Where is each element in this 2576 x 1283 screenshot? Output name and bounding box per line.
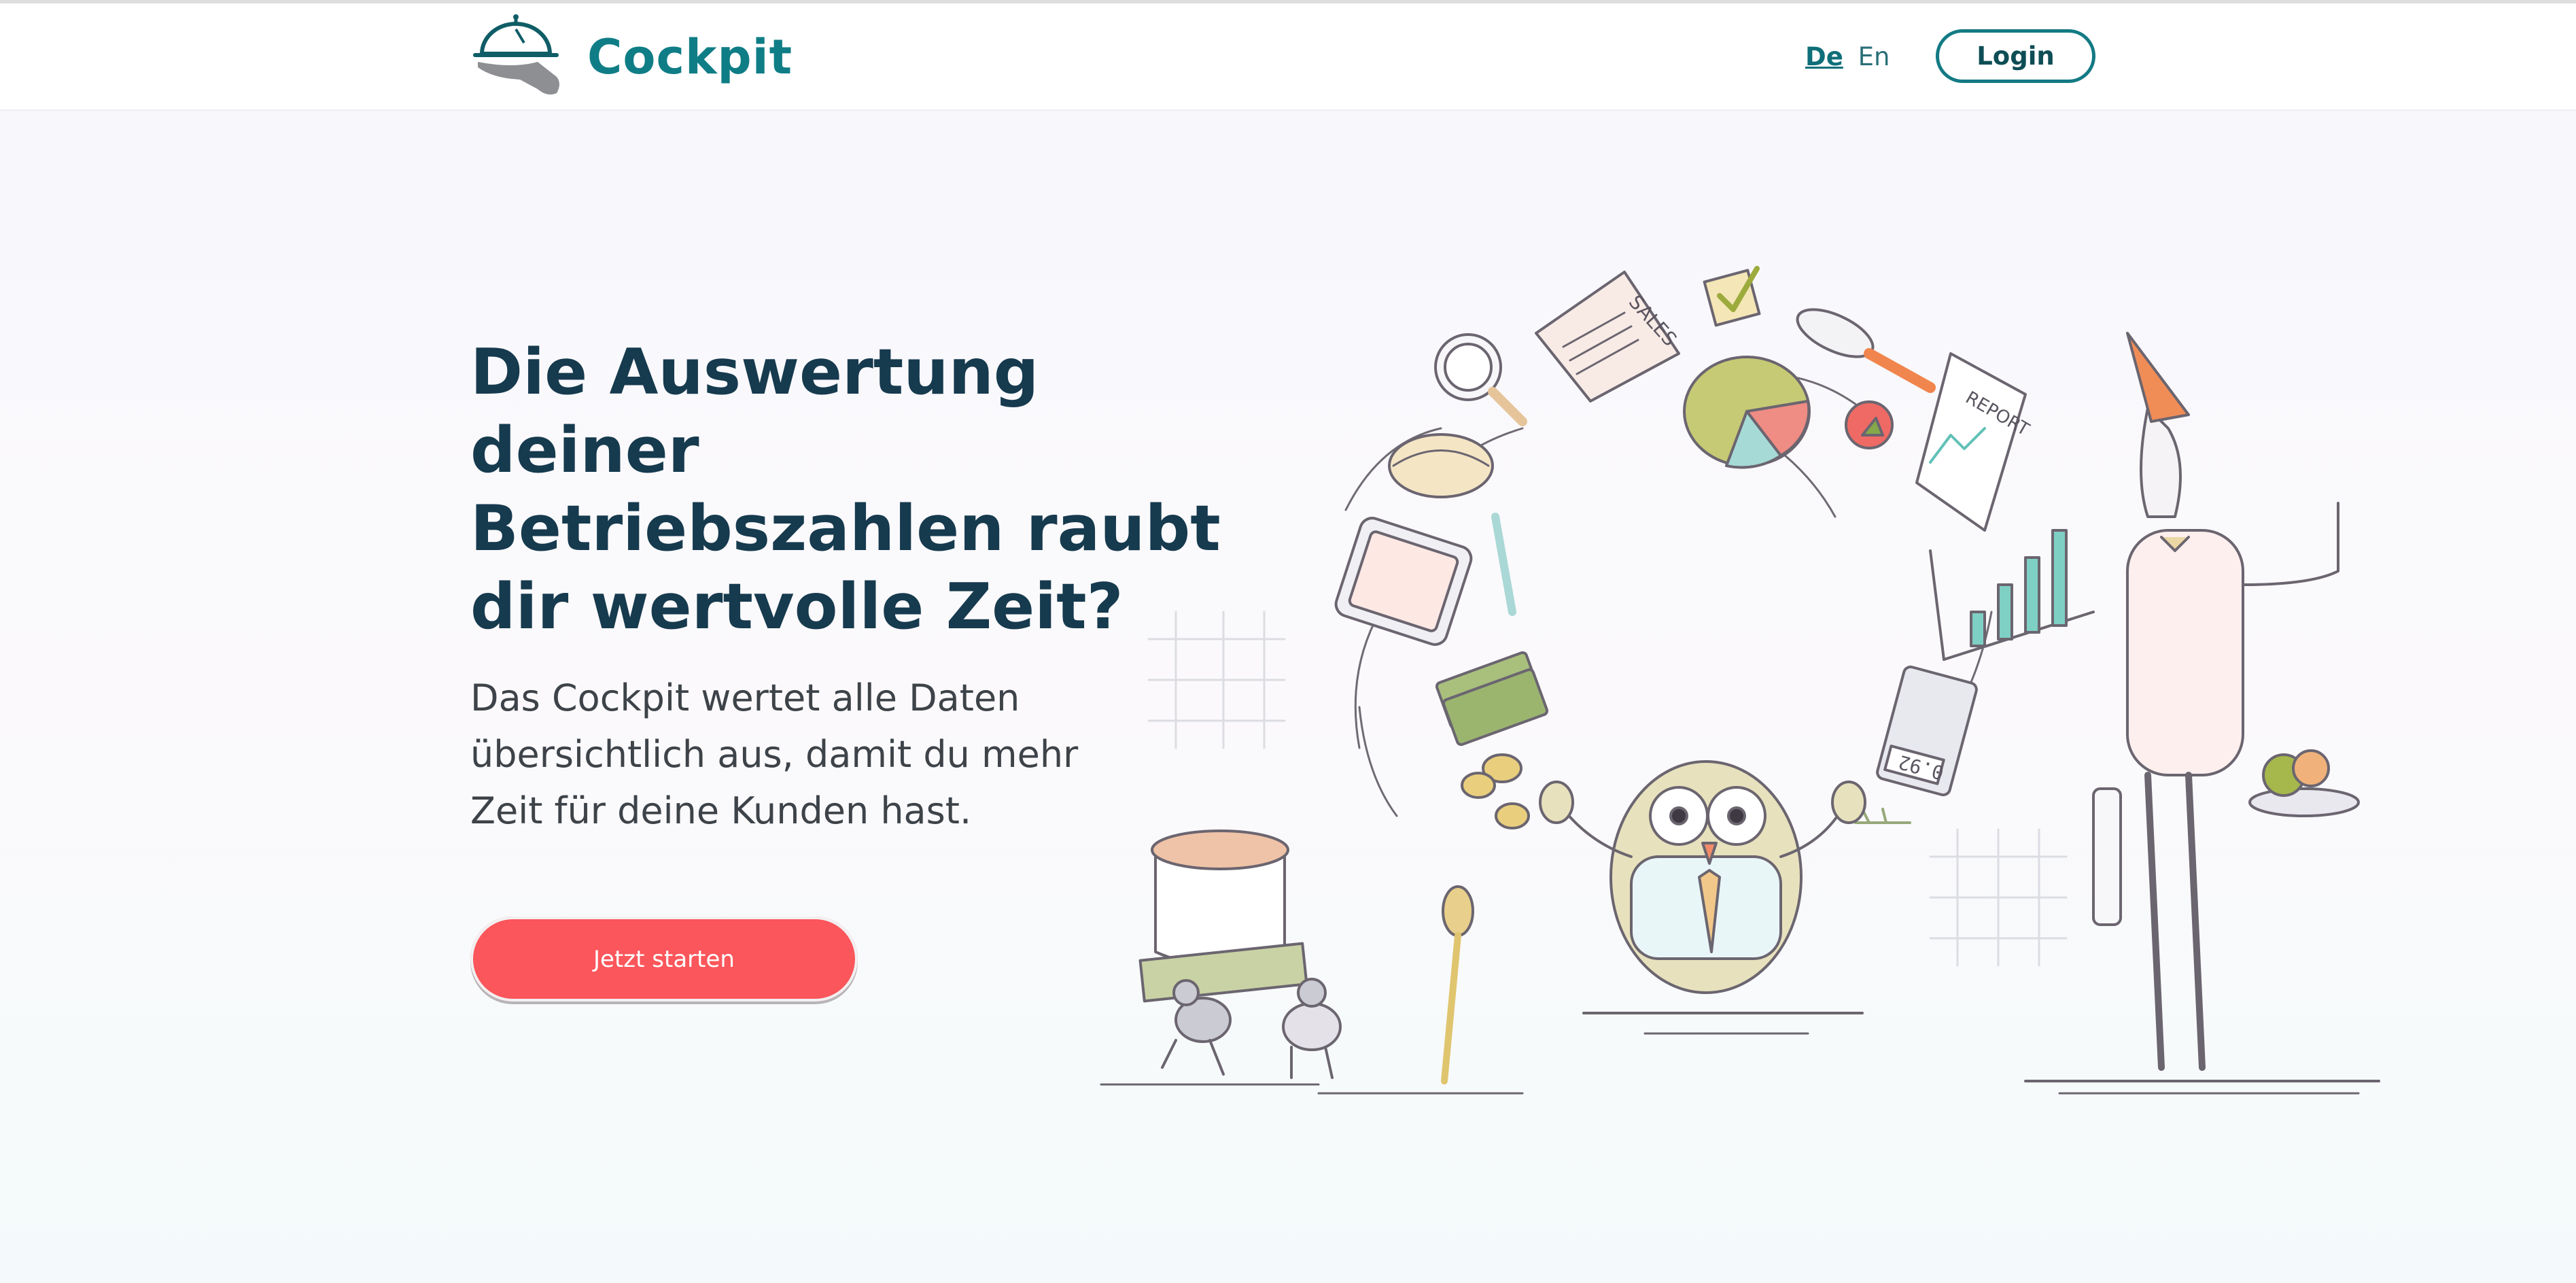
tablet-icon — [1334, 517, 1473, 646]
subtext-line-3: Zeit für deine Kunden hast. — [470, 789, 972, 832]
cooking-pot-icon — [1138, 829, 1308, 1003]
mouse-character-right-icon — [1282, 978, 1342, 1079]
tomato-icon — [1845, 400, 1894, 449]
bar-chart-icon — [1929, 529, 2095, 661]
hero-subtext: Das Cockpit wertet alle Daten übersichtl… — [470, 670, 1150, 839]
subtext-line-1: Das Cockpit wertet alle Daten — [470, 677, 1020, 719]
cloche-hand-logo-icon[interactable] — [472, 13, 569, 99]
language-switch: De En — [1805, 39, 1890, 75]
lang-de-link[interactable]: De — [1805, 42, 1843, 71]
pie-chart-icon — [1683, 356, 1811, 469]
owl-character-icon — [1539, 760, 1866, 1014]
subtext-line-2: übersichtlich aus, damit du mehr — [470, 733, 1079, 776]
calculator-icon: 0.92 — [1876, 665, 1978, 797]
login-button[interactable]: Login — [1936, 29, 2095, 83]
coins-icon — [1461, 753, 1530, 829]
brand-name[interactable]: Cockpit — [587, 27, 793, 88]
sales-paper-icon: SALES — [1535, 271, 1682, 403]
report-paper-icon: REPORT — [1915, 352, 2033, 532]
wooden-spoon-icon — [1441, 885, 1474, 1084]
checkbox-icon — [1703, 266, 1761, 327]
whisk-icon — [1796, 308, 1936, 393]
pencil-icon — [1491, 513, 1516, 616]
magnifier-icon — [1434, 333, 1527, 426]
start-now-button[interactable]: Jetzt starten — [470, 917, 858, 1002]
site-header: Cockpit De En Login — [0, 3, 2576, 111]
grid-decoration-right — [1929, 828, 2068, 967]
heron-waiter-character-icon — [2024, 332, 2380, 1082]
lang-en-link[interactable]: En — [1858, 42, 1890, 71]
money-stack-icon — [1435, 651, 1549, 747]
onion-icon — [1388, 433, 1494, 498]
hero-illustration: SALES REPORT 0.92 — [1087, 231, 2406, 1115]
grid-decoration-left — [1147, 611, 1286, 749]
